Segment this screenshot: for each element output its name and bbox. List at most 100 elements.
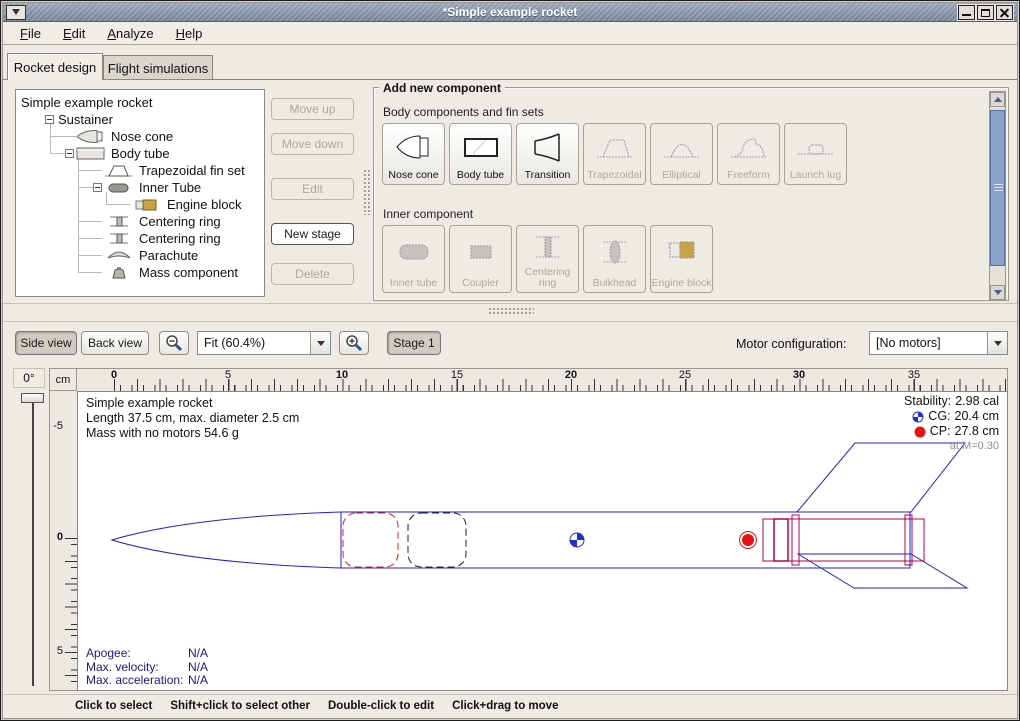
minimize-button[interactable] [958,5,975,20]
engine-block-icon [132,198,162,211]
new-stage-button[interactable]: New stage [271,223,354,245]
rotation-slider-track [32,403,34,686]
scrollbar-thumb[interactable] [990,110,1005,266]
trapezoidal-fin-icon [104,164,134,177]
menu-edit[interactable]: Edit [54,24,94,43]
body-tube-icon [461,130,501,164]
cg-marker [570,533,584,547]
centering-ring-icon [528,232,568,262]
zoom-out-icon [164,334,184,352]
zoom-in-button[interactable] [339,331,369,355]
add-bulkhead-button[interactable]: Bulkhead [583,225,646,293]
tree-item-body-tube[interactable]: Body tube [76,145,170,162]
tree-item-engine-block[interactable]: Engine block [132,196,241,213]
add-freeform-fin-button[interactable]: Freeform [717,123,780,185]
centering-ring-icon [104,215,134,228]
tab-rocket-design[interactable]: Rocket design [7,53,103,80]
transition-icon [528,130,568,164]
add-transition-button[interactable]: Transition [516,123,579,185]
arrow-up-icon [994,97,1002,102]
vertical-ruler: -5 0 5 [49,391,77,691]
splitter-vertical[interactable] [363,169,371,215]
tree-item-fin-set[interactable]: Trapezoidal fin set [104,162,245,179]
nose-cone-icon [394,130,434,164]
zoom-level-select[interactable]: Fit (60.4%) [197,331,331,355]
rotation-slider-handle[interactable] [21,393,44,403]
component-tree[interactable]: Simple example rocket Sustainer Nose con… [15,89,265,297]
centering-ring-icon [104,232,134,245]
cp-label: CP: [930,424,951,439]
elliptical-fin-icon [662,130,702,164]
application-window: *Simple example rocket File Edit Analyze… [0,0,1020,721]
body-components-label: Body components and fin sets [383,105,544,119]
tab-flight-simulations[interactable]: Flight simulations [103,55,213,80]
add-trapezoidal-fin-button[interactable]: Trapezoidal [583,123,646,185]
maximize-icon [981,9,990,17]
side-view-button[interactable]: Side view [15,331,77,355]
add-centering-ring-button[interactable]: Centering ring [516,225,579,293]
zoom-in-icon [344,334,364,352]
add-component-title: Add new component [379,81,505,95]
stability-info: Stability:2.98 cal CG:20.4 cm CP:27.8 cm… [904,394,999,454]
motor-configuration-label: Motor configuration: [736,337,846,351]
hint-double-click: Double-click to edit [328,700,434,712]
edit-button[interactable]: Edit [271,178,354,200]
title-bar[interactable]: *Simple example rocket [3,3,1017,22]
back-view-button[interactable]: Back view [81,331,149,355]
stability-label: Stability: [904,394,951,409]
hint-click-drag: Click+drag to move [452,700,558,712]
splitter-horizontal[interactable] [488,307,534,315]
tree-item-mass-component[interactable]: Mass component [104,264,238,281]
scroll-up-button[interactable] [990,92,1005,107]
tree-item-centering-ring-2[interactable]: Centering ring [104,230,221,247]
chevron-down-icon [987,332,1007,354]
parachute-icon [104,249,134,262]
hint-shift-click: Shift+click to select other [170,700,310,712]
tab-divider [3,79,1017,80]
add-inner-tube-button[interactable]: Inner tube [382,225,445,293]
mass-component-icon [104,266,134,279]
menu-bar: File Edit Analyze Help [3,22,1017,45]
add-engine-block-button[interactable]: Engine block [650,225,713,293]
cg-icon [912,411,924,423]
tree-item-centering-ring-1[interactable]: Centering ring [104,213,221,230]
expander-inner-tube[interactable] [93,183,102,192]
move-down-button[interactable]: Move down [271,133,354,155]
close-button[interactable] [996,5,1013,20]
rotation-angle-label: 0° [13,368,45,388]
freeform-fin-icon [729,130,769,164]
tree-item-stage[interactable]: Sustainer [58,111,113,128]
maximize-button[interactable] [977,5,994,20]
expander-body-tube[interactable] [65,149,74,158]
add-coupler-button[interactable]: Coupler [449,225,512,293]
cp-icon [914,426,926,438]
window-menu-icon[interactable] [6,5,26,20]
zoom-out-button[interactable] [159,331,189,355]
arrow-down-icon [994,290,1002,295]
tree-item-inner-tube[interactable]: Inner Tube [104,179,201,196]
expander-sustainer[interactable] [45,115,54,124]
ruler-unit-label: cm [49,368,77,391]
menu-file[interactable]: File [11,24,50,43]
stage-1-toggle[interactable]: Stage 1 [387,331,441,355]
menu-analyze[interactable]: Analyze [98,24,162,43]
delete-button[interactable]: Delete [271,263,354,285]
add-launch-lug-button[interactable]: Launch lug [784,123,847,185]
motor-configuration-select[interactable]: [No motors] [869,331,1008,355]
minimize-icon [962,14,971,16]
component-panel-scrollbar[interactable] [989,91,1006,301]
move-up-button[interactable]: Move up [271,98,354,120]
rocket-view-canvas[interactable]: Simple example rocket Length 37.5 cm, ma… [77,391,1008,691]
tree-item-nose-cone[interactable]: Nose cone [76,128,173,145]
bulkhead-icon [595,237,635,267]
rocket-info-text: Simple example rocket Length 37.5 cm, ma… [86,396,299,441]
scroll-down-button[interactable] [990,285,1005,300]
menu-help[interactable]: Help [167,24,212,43]
add-nose-cone-button[interactable]: Nose cone [382,123,445,185]
body-tube-icon [76,147,106,160]
add-body-tube-button[interactable]: Body tube [449,123,512,185]
tree-item-parachute[interactable]: Parachute [104,247,198,264]
launch-lug-icon [796,130,836,164]
tree-item-rocket[interactable]: Simple example rocket [21,94,153,111]
add-elliptical-fin-button[interactable]: Elliptical [650,123,713,185]
